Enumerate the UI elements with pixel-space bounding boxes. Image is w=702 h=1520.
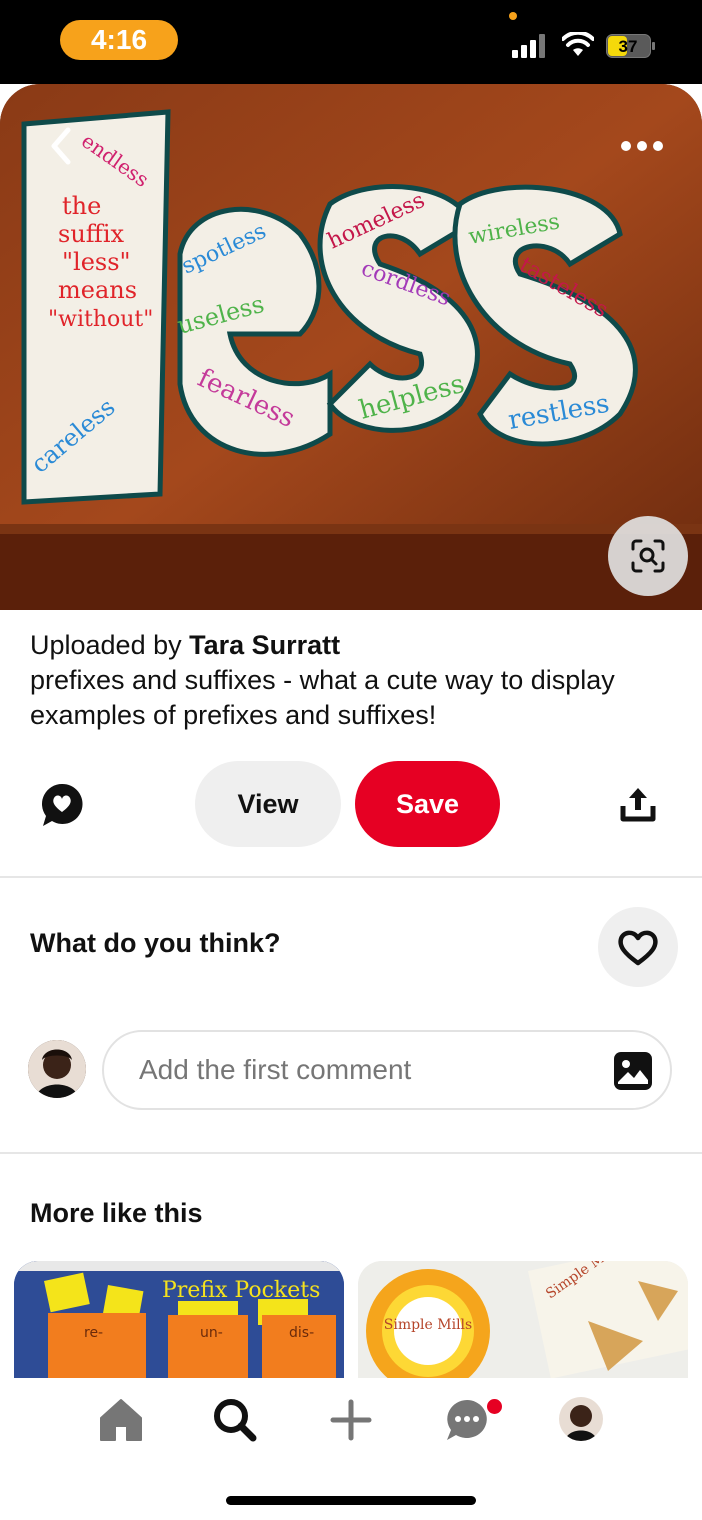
svg-text:suffix: suffix (58, 220, 125, 248)
pin-description-text: prefixes and suffixes - what a cute way … (30, 665, 615, 730)
profile-avatar[interactable] (559, 1397, 603, 1441)
svg-text:un-: un- (200, 1325, 223, 1341)
share-icon[interactable] (618, 784, 658, 824)
pin-description: Uploaded by Tara Surratt prefixes and su… (30, 628, 680, 733)
svg-text:re-: re- (84, 1325, 103, 1341)
feedback-title: What do you think? (30, 928, 281, 958)
wifi-icon (562, 32, 594, 56)
plus-icon[interactable] (327, 1396, 375, 1444)
more-like-this-title: More like this (30, 1198, 203, 1228)
react-button[interactable] (598, 907, 678, 987)
svg-text:means: means (58, 276, 137, 304)
cellular-signal-icon (512, 34, 545, 58)
status-time: 4:16 (60, 20, 178, 60)
privacy-indicator (509, 12, 517, 20)
svg-text:Simple Mills: Simple Mills (384, 1317, 472, 1333)
notification-badge (487, 1399, 502, 1414)
divider (0, 1152, 702, 1154)
avatar[interactable] (28, 1040, 86, 1098)
home-indicator (226, 1496, 476, 1505)
save-button[interactable]: Save (355, 761, 500, 847)
pin-photo: endless the suffix "less" means "without… (0, 84, 702, 610)
uploaded-by-label: Uploaded by (30, 630, 190, 660)
svg-text:"without": "without" (48, 307, 153, 332)
more-horizontal-icon[interactable] (612, 126, 672, 166)
heart-icon (618, 930, 658, 966)
battery-icon: 37 (606, 34, 655, 58)
chevron-left-icon[interactable] (38, 120, 82, 172)
home-icon[interactable] (97, 1396, 145, 1444)
bottom-nav (0, 1378, 702, 1520)
battery-percent: 37 (619, 37, 638, 56)
pin-image[interactable]: endless the suffix "less" means "without… (0, 84, 702, 610)
svg-text:"less": "less" (62, 248, 131, 276)
visual-search-icon (631, 539, 665, 573)
comment-placeholder: Add the first comment (139, 1054, 412, 1085)
uploader-name[interactable]: Tara Surratt (189, 630, 340, 660)
visual-search-button[interactable] (608, 516, 688, 596)
view-button[interactable]: View (195, 761, 341, 847)
related-pin-card[interactable]: Prefix Pockets re- un- dis- (14, 1261, 344, 1378)
status-bar: 4:16 37 (0, 0, 702, 84)
svg-text:the: the (62, 192, 101, 220)
related-pin-card[interactable]: Simple Mills Simple Mills (358, 1261, 688, 1378)
messages-icon[interactable] (443, 1396, 491, 1444)
search-icon[interactable] (211, 1396, 259, 1444)
svg-text:dis-: dis- (289, 1325, 314, 1341)
divider (0, 876, 702, 878)
comment-input[interactable]: Add the first comment (102, 1030, 672, 1110)
chat-heart-icon[interactable] (40, 782, 84, 828)
photo-icon[interactable] (612, 1050, 654, 1092)
